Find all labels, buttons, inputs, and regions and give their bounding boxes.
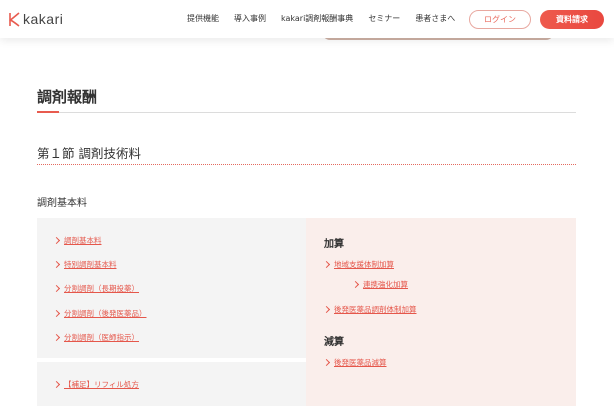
link-cooperation[interactable]: 連携強化加算 [351, 279, 408, 290]
chevron-right-icon [322, 305, 331, 314]
kakari-logo-icon [8, 11, 21, 27]
nav-item-seminar[interactable]: セミナー [368, 13, 400, 24]
main-nav: 提供機能 導入事例 kakari調剤報酬事典 セミナー 患者さまへ [187, 13, 470, 24]
chevron-right-icon [52, 309, 61, 318]
title-accent [37, 111, 59, 113]
link-split-doctor[interactable]: 分割調剤（医師指示） [52, 332, 139, 343]
chevron-right-icon [52, 236, 61, 245]
login-button[interactable]: ログイン [469, 10, 531, 29]
chevron-right-icon [52, 284, 61, 293]
link-generic-system[interactable]: 後発医薬品調剤体制加算 [322, 304, 417, 315]
chevron-right-icon [52, 333, 61, 342]
request-docs-button[interactable]: 資料請求 [540, 10, 604, 29]
chevron-right-icon [52, 380, 61, 389]
link-split-long-term[interactable]: 分割調剤（長期投薬） [52, 283, 139, 294]
nav-item-dictionary[interactable]: kakari調剤報酬事典 [281, 13, 353, 24]
link-basic-fee[interactable]: 調剤基本料 [52, 235, 102, 246]
logo-text: kakari [23, 11, 64, 27]
chevron-right-icon [322, 260, 331, 269]
kasan-heading: 加算 [324, 239, 344, 250]
title-rule [37, 112, 576, 113]
link-refill[interactable]: 【補足】リフィル処方 [52, 379, 139, 390]
section-title: 第１節 調剤技術料 [37, 146, 141, 161]
sub-title: 調剤基本料 [37, 198, 87, 209]
section-dotted-rule [37, 164, 576, 165]
chevron-right-icon [322, 358, 331, 367]
gensan-heading: 減算 [324, 337, 344, 348]
nav-item-features[interactable]: 提供機能 [187, 13, 219, 24]
nav-item-cases[interactable]: 導入事例 [234, 13, 266, 24]
site-header: kakari 提供機能 導入事例 kakari調剤報酬事典 セミナー 患者さまへ… [0, 0, 614, 38]
chevron-right-icon [52, 260, 61, 269]
link-special-basic-fee[interactable]: 特別調剤基本料 [52, 259, 117, 270]
link-split-generic[interactable]: 分割調剤（後発医薬品） [52, 308, 147, 319]
link-community-support[interactable]: 地域支援体制加算 [322, 259, 394, 270]
logo[interactable]: kakari [8, 11, 63, 27]
link-generic-reduction[interactable]: 後発医薬品減算 [322, 357, 387, 368]
nav-item-patients[interactable]: 患者さまへ [415, 13, 455, 24]
chevron-right-icon [351, 280, 360, 289]
page-title: 調剤報酬 [37, 88, 98, 106]
